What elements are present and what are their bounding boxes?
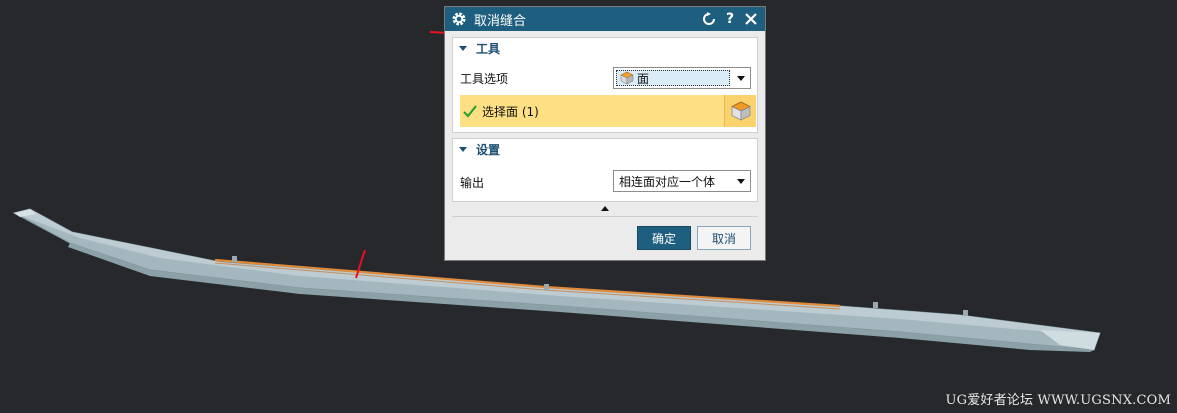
output-select[interactable]: 相连面对应一个体 (613, 170, 751, 192)
section-tool-title: 工具 (476, 41, 501, 56)
help-icon: ? (725, 11, 735, 27)
unsew-dialog: 取消缝合 ? 工具 工具选项 面 选择面 (1) 设置 输出 相连面对应一个体 … (444, 6, 766, 261)
check-icon (463, 105, 477, 118)
divider (452, 216, 758, 217)
section-tool-header[interactable]: 工具 (453, 38, 757, 58)
cancel-button[interactable]: 取消 (697, 226, 751, 250)
close-button[interactable] (743, 11, 759, 27)
face-icon (620, 71, 634, 85)
gear-icon (452, 12, 466, 26)
face-select-button[interactable] (724, 95, 756, 127)
section-tool: 工具 工具选项 面 选择面 (1) (452, 37, 758, 133)
section-settings: 设置 输出 相连面对应一个体 (452, 138, 758, 202)
collapse-triangle-icon (459, 45, 467, 51)
collapse-triangle-icon (459, 146, 467, 152)
select-face-row[interactable]: 选择面 (1) (460, 95, 756, 127)
chevron-down-icon (737, 179, 745, 184)
select-face-label: 选择面 (1) (482, 104, 539, 119)
dialog-titlebar: 取消缝合 ? (445, 7, 765, 31)
reset-icon (703, 12, 715, 25)
close-icon (745, 13, 757, 25)
reset-button[interactable] (701, 11, 717, 27)
output-value: 相连面对应一个体 (619, 174, 716, 189)
help-button[interactable]: ? (722, 11, 738, 27)
tool-option-value: 面 (637, 71, 650, 86)
chevron-down-icon (737, 76, 745, 81)
face-select-icon (730, 101, 751, 121)
more-options-toggle[interactable] (601, 206, 609, 211)
section-settings-header[interactable]: 设置 (453, 139, 757, 159)
tool-option-select[interactable]: 面 (613, 67, 751, 89)
section-settings-title: 设置 (476, 142, 501, 157)
ok-button[interactable]: 确定 (637, 226, 691, 250)
watermark: UG爱好者论坛 WWW.UGSNX.COM (945, 393, 1171, 408)
dialog-title: 取消缝合 (474, 13, 527, 29)
